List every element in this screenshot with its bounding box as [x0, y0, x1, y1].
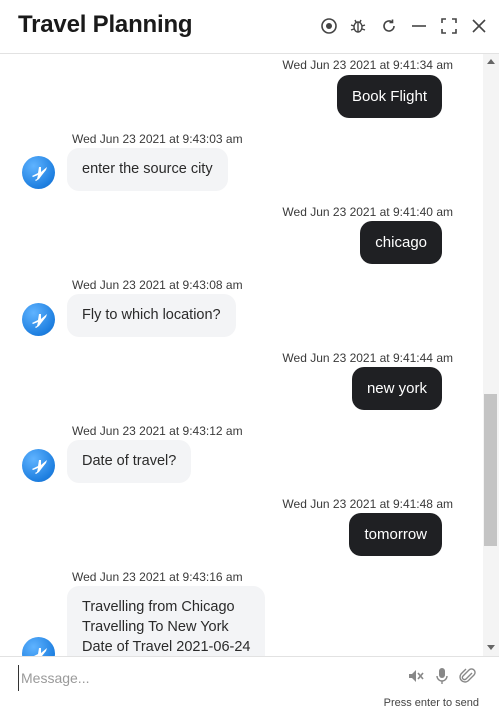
message-timestamp: Wed Jun 23 2021 at 9:43:12 am [72, 424, 243, 438]
message-composer: Press enter to send [0, 656, 499, 718]
message-timestamp: Wed Jun 23 2021 at 9:41:48 am [282, 497, 453, 511]
message-timestamp: Wed Jun 23 2021 at 9:43:16 am [72, 570, 243, 584]
bot-message-line: Travelling To New York [82, 619, 229, 635]
refresh-icon[interactable] [378, 15, 400, 37]
close-icon[interactable] [468, 15, 490, 37]
send-hint: Press enter to send [383, 697, 479, 709]
airplane-icon [31, 313, 47, 328]
bot-avatar [22, 156, 55, 189]
user-message: new york [351, 367, 442, 410]
microphone-icon[interactable] [432, 666, 452, 686]
bot-message-line: Date of Travel 2021-06-24 [82, 639, 251, 655]
chat-header: Travel Planning [0, 0, 499, 54]
scroll-down-arrow[interactable] [487, 645, 495, 650]
bot-message: Fly to which location? [67, 294, 236, 337]
message-input[interactable] [18, 665, 393, 691]
user-message: chicago [360, 221, 442, 264]
scroll-up-arrow[interactable] [487, 59, 495, 64]
user-message: tomorrow [349, 513, 442, 556]
bot-avatar [22, 449, 55, 482]
user-message: Book Flight [336, 75, 442, 118]
chat-messages[interactable]: Wed Jun 23 2021 at 9:41:34 am Book Fligh… [0, 54, 483, 656]
bot-message-line: Travelling from Chicago [82, 599, 235, 615]
bug-icon[interactable] [347, 15, 369, 37]
airplane-icon [32, 647, 47, 656]
record-icon[interactable] [318, 15, 340, 37]
message-timestamp: Wed Jun 23 2021 at 9:43:03 am [72, 132, 243, 146]
bot-message: Date of travel? [67, 440, 192, 483]
bot-message: enter the source city [67, 148, 228, 191]
scroll-thumb[interactable] [484, 394, 497, 546]
mute-icon[interactable] [406, 666, 426, 686]
bot-avatar [22, 637, 55, 656]
page-title: Travel Planning [18, 11, 193, 38]
airplane-icon [31, 459, 47, 474]
airplane-icon [31, 166, 47, 181]
message-timestamp: Wed Jun 23 2021 at 9:41:34 am [282, 58, 453, 72]
message-timestamp: Wed Jun 23 2021 at 9:41:40 am [282, 205, 453, 219]
fullscreen-icon[interactable] [438, 15, 460, 37]
bot-message: Travelling from Chicago Travelling To Ne… [67, 586, 266, 656]
paperclip-icon[interactable] [458, 666, 478, 686]
message-timestamp: Wed Jun 23 2021 at 9:43:08 am [72, 278, 243, 292]
minimize-icon[interactable] [408, 15, 430, 37]
chat-scrollbar[interactable] [483, 54, 499, 656]
bot-avatar [22, 303, 55, 336]
message-timestamp: Wed Jun 23 2021 at 9:41:44 am [282, 351, 453, 365]
